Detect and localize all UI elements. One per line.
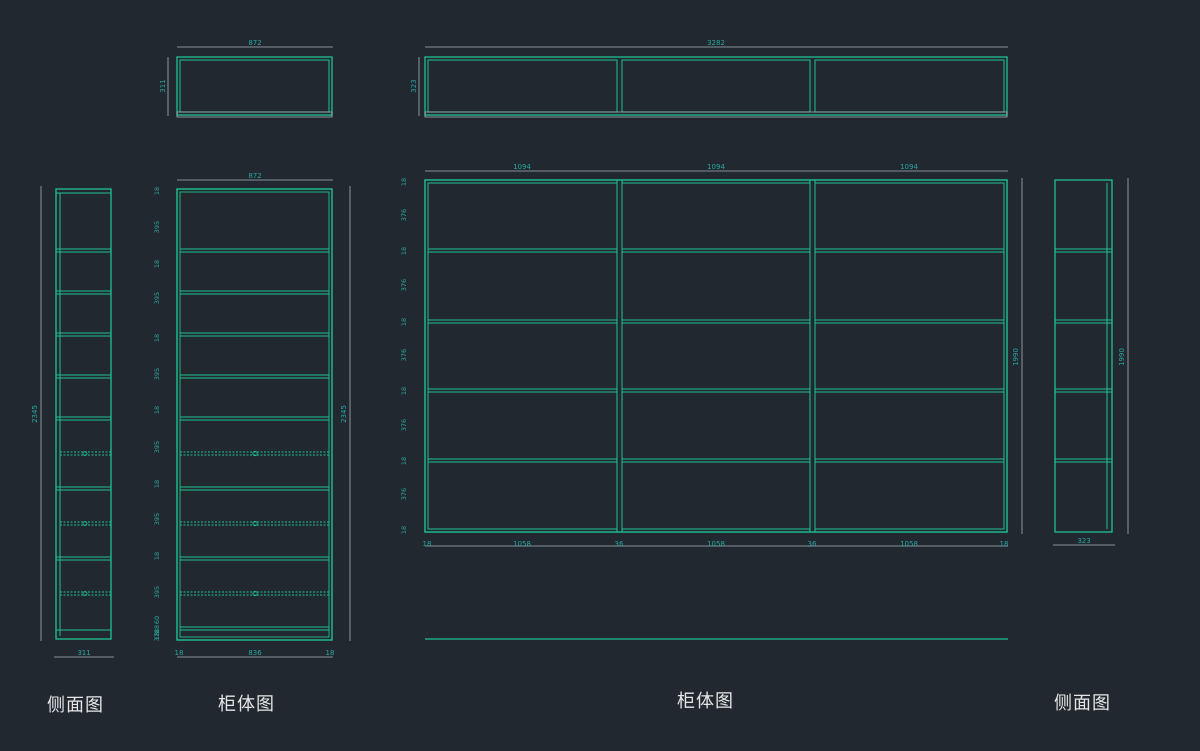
shelf-dim-label: 18 <box>400 457 408 465</box>
shelf-dim-label: 60 <box>153 616 161 624</box>
bottom-dim-label: 1058 <box>900 540 918 548</box>
shelf-dim-label: 395 <box>153 441 161 453</box>
caption-main-front: 柜体图 <box>677 691 734 712</box>
cabinet-outline <box>176 188 333 641</box>
shelf-dim-label: 18 <box>153 406 161 414</box>
shelf-dim-label: 395 <box>153 221 161 233</box>
dim-label-inner-width: 836 <box>248 649 262 657</box>
side-outline <box>55 188 112 640</box>
shelf-dim-label: 376 <box>400 209 408 221</box>
shelf-dim-label: 18 <box>400 526 408 534</box>
bottom-dim-label: 1058 <box>707 540 725 548</box>
caption-right-side: 侧面图 <box>1054 693 1111 714</box>
shelf-dim-label: 376 <box>400 419 408 431</box>
dim-label-depth: 311 <box>77 649 90 657</box>
shelf-dim-label: 18 <box>153 187 161 195</box>
shelf-dim-label: 18 <box>400 318 408 326</box>
cabinet-bays <box>427 180 1005 532</box>
shelf-dimension-labels: 18 376 18 376 18 376 18 376 18 376 18 <box>400 178 408 534</box>
plan-outline <box>424 56 1008 116</box>
cabinet-outline <box>424 179 1008 533</box>
dim-label-width: 872 <box>248 39 261 47</box>
shelf-dim-label: 395 <box>153 368 161 380</box>
dim-label-height: 2345 <box>340 405 348 423</box>
dim-label-height: 2345 <box>31 405 39 423</box>
dim-label-depth: 323 <box>410 79 418 92</box>
shelf-dim-label: 376 <box>400 488 408 500</box>
shelf-dimension-labels: 183951839518395183951839518395183786018 <box>153 187 161 641</box>
bottom-dim-label: 1058 <box>513 540 531 548</box>
bottom-dim-label: 36 <box>808 540 817 548</box>
shelf-dim-label: 18 <box>153 334 161 342</box>
dim-label-width: 3282 <box>707 39 725 47</box>
shelf-dim-label: 18 <box>153 480 161 488</box>
bottom-dimension-labels: 18 1058 36 1058 36 1058 18 <box>423 540 1009 548</box>
side-shelves <box>1055 248 1112 463</box>
main-front-view: 1094 1094 1094 1990 18 376 18 376 18 376 18 376… <box>400 163 1023 640</box>
left-top-plan-view: 872 311 <box>159 39 333 118</box>
dim-label-depth: 323 <box>1077 537 1090 545</box>
shelf-dim-label: 18 <box>400 247 408 255</box>
shelf-dim-label: 18 <box>400 178 408 186</box>
dim-label-col-2: 1094 <box>707 163 725 171</box>
dim-label-col-1: 1094 <box>513 163 531 171</box>
caption-left-front: 柜体图 <box>218 694 275 715</box>
cad-drawing: 872 311 3282 323 2345 311 872 2345 18395… <box>31 39 1129 658</box>
right-side-view: 1990 323 <box>1053 178 1129 546</box>
dim-label-width: 872 <box>248 172 261 180</box>
shelf-dim-label: 376 <box>400 279 408 291</box>
plan-outline <box>176 56 333 116</box>
shelf-dim-label: 395 <box>153 513 161 525</box>
main-top-plan-view: 3282 323 <box>410 39 1008 118</box>
bottom-dim-label: 18 <box>423 540 432 548</box>
shelf-dim-label: 376 <box>400 349 408 361</box>
shelf-dim-label: 18 <box>400 387 408 395</box>
dim-label-height: 1990 <box>1118 348 1126 366</box>
bay-outline <box>814 182 1005 530</box>
bottom-dim-label: 36 <box>615 540 624 548</box>
dim-label-right-panel: 18 <box>326 649 335 657</box>
dim-label-height: 1990 <box>1012 348 1020 366</box>
left-side-view: 2345 311 <box>31 186 114 658</box>
plan-bay-1 <box>427 59 618 113</box>
bay-outline <box>427 182 618 530</box>
left-front-view: 872 2345 18 395 18 395 18 395 18 395 18 395 18 395 1… <box>153 172 351 658</box>
side-outline <box>1054 179 1113 533</box>
shelf-dim-label: 395 <box>153 292 161 304</box>
shelf-dim-label: 18 <box>153 632 161 640</box>
cabinet-inner <box>179 191 330 638</box>
plan-inner <box>179 59 330 113</box>
shelf-dim-label: 18 <box>153 260 161 268</box>
bay-outline <box>621 182 811 530</box>
plan-bay-2 <box>621 59 811 113</box>
cabinet-shelves <box>180 248 329 631</box>
dim-label-left-panel: 18 <box>175 649 184 657</box>
side-shelves <box>56 248 111 596</box>
dim-label-col-3: 1094 <box>900 163 918 171</box>
shelf-dim-label: 395 <box>153 586 161 598</box>
dim-label-depth: 311 <box>159 79 167 92</box>
bottom-dim-label: 18 <box>1000 540 1009 548</box>
caption-left-side: 侧面图 <box>47 695 104 716</box>
shelf-dim-label: 18 <box>153 552 161 560</box>
plan-bay-3 <box>814 59 1005 113</box>
